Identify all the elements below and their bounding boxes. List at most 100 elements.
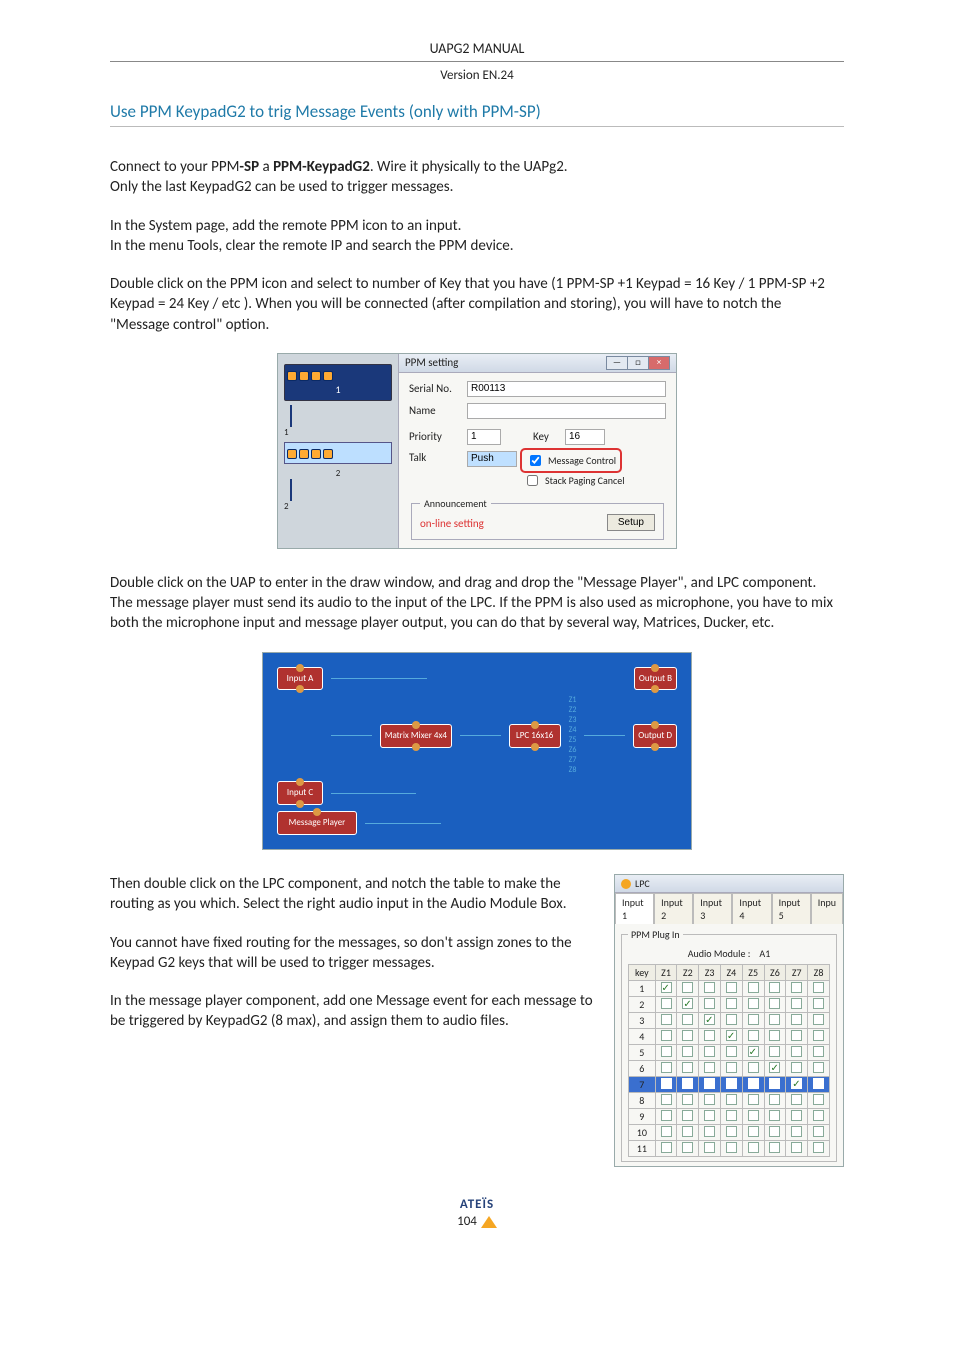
zone-checkbox[interactable]	[677, 1093, 699, 1109]
lpc-tab[interactable]: Input 4	[732, 893, 771, 924]
zone-checkbox[interactable]	[720, 1093, 742, 1109]
zone-checkbox[interactable]	[764, 981, 786, 997]
zone-checkbox[interactable]	[808, 1125, 830, 1141]
zone-checkbox[interactable]	[677, 1077, 699, 1093]
zone-checkbox[interactable]	[764, 1141, 786, 1157]
zone-checkbox[interactable]	[742, 1061, 764, 1077]
zone-checkbox[interactable]	[655, 1013, 677, 1029]
zone-checkbox[interactable]	[655, 1061, 677, 1077]
close-button[interactable]: ×	[648, 356, 670, 370]
talk-select[interactable]	[467, 451, 517, 467]
zone-checkbox[interactable]	[677, 997, 699, 1013]
zone-checkbox[interactable]	[742, 1013, 764, 1029]
zone-checkbox[interactable]	[720, 1061, 742, 1077]
zone-checkbox[interactable]	[655, 1109, 677, 1125]
zone-checkbox[interactable]	[742, 1093, 764, 1109]
zone-checkbox[interactable]	[699, 1013, 721, 1029]
zone-checkbox[interactable]	[786, 1141, 808, 1157]
zone-checkbox[interactable]	[786, 981, 808, 997]
minimize-button[interactable]: —	[606, 356, 628, 370]
zone-checkbox[interactable]	[786, 1125, 808, 1141]
zone-checkbox[interactable]	[742, 1045, 764, 1061]
zone-checkbox[interactable]	[677, 1125, 699, 1141]
maximize-button[interactable]: □	[627, 356, 649, 370]
message-control-checkbox[interactable]	[530, 455, 541, 466]
zone-checkbox[interactable]	[786, 997, 808, 1013]
zone-checkbox[interactable]	[786, 1077, 808, 1093]
zone-checkbox[interactable]	[742, 997, 764, 1013]
zone-checkbox[interactable]	[764, 1045, 786, 1061]
zone-checkbox[interactable]	[742, 981, 764, 997]
zone-checkbox[interactable]	[720, 1077, 742, 1093]
key-input[interactable]	[565, 429, 605, 445]
zone-checkbox[interactable]	[699, 1061, 721, 1077]
setup-button[interactable]: Setup	[607, 514, 655, 531]
serial-input[interactable]	[467, 381, 666, 397]
zone-checkbox[interactable]	[655, 1141, 677, 1157]
zone-checkbox[interactable]	[808, 1077, 830, 1093]
zone-checkbox[interactable]	[655, 1077, 677, 1093]
zone-checkbox[interactable]	[699, 1029, 721, 1045]
stack-paging-cancel-checkbox[interactable]	[527, 475, 538, 486]
zone-checkbox[interactable]	[655, 1029, 677, 1045]
zone-checkbox[interactable]	[699, 1045, 721, 1061]
zone-checkbox[interactable]	[742, 1029, 764, 1045]
zone-checkbox[interactable]	[742, 1077, 764, 1093]
zone-checkbox[interactable]	[808, 1029, 830, 1045]
zone-checkbox[interactable]	[720, 1125, 742, 1141]
zone-checkbox[interactable]	[720, 1029, 742, 1045]
zone-checkbox[interactable]	[677, 1141, 699, 1157]
zone-checkbox[interactable]	[764, 1061, 786, 1077]
zone-checkbox[interactable]	[699, 1093, 721, 1109]
zone-checkbox[interactable]	[677, 1109, 699, 1125]
zone-checkbox[interactable]	[720, 997, 742, 1013]
zone-checkbox[interactable]	[786, 1061, 808, 1077]
zone-checkbox[interactable]	[720, 1013, 742, 1029]
zone-checkbox[interactable]	[764, 1109, 786, 1125]
zone-checkbox[interactable]	[677, 981, 699, 997]
lpc-tab[interactable]: Input 2	[654, 893, 693, 924]
zone-checkbox[interactable]	[808, 1061, 830, 1077]
zone-checkbox[interactable]	[720, 1141, 742, 1157]
zone-checkbox[interactable]	[699, 1125, 721, 1141]
zone-checkbox[interactable]	[764, 1093, 786, 1109]
zone-checkbox[interactable]	[808, 1013, 830, 1029]
zone-checkbox[interactable]	[655, 981, 677, 997]
zone-checkbox[interactable]	[677, 1029, 699, 1045]
zone-checkbox[interactable]	[720, 981, 742, 997]
zone-checkbox[interactable]	[699, 1109, 721, 1125]
zone-checkbox[interactable]	[764, 997, 786, 1013]
priority-input[interactable]	[467, 429, 501, 445]
zone-checkbox[interactable]	[677, 1061, 699, 1077]
zone-checkbox[interactable]	[699, 997, 721, 1013]
zone-checkbox[interactable]	[808, 1109, 830, 1125]
zone-checkbox[interactable]	[786, 1029, 808, 1045]
zone-checkbox[interactable]	[699, 1141, 721, 1157]
zone-checkbox[interactable]	[655, 997, 677, 1013]
zone-checkbox[interactable]	[764, 1077, 786, 1093]
zone-checkbox[interactable]	[808, 1045, 830, 1061]
zone-checkbox[interactable]	[742, 1109, 764, 1125]
zone-checkbox[interactable]	[742, 1125, 764, 1141]
zone-checkbox[interactable]	[764, 1029, 786, 1045]
zone-checkbox[interactable]	[808, 997, 830, 1013]
zone-checkbox[interactable]	[655, 1045, 677, 1061]
zone-checkbox[interactable]	[699, 1077, 721, 1093]
zone-checkbox[interactable]	[786, 1093, 808, 1109]
zone-checkbox[interactable]	[786, 1045, 808, 1061]
zone-checkbox[interactable]	[808, 1093, 830, 1109]
zone-checkbox[interactable]	[764, 1013, 786, 1029]
zone-checkbox[interactable]	[764, 1125, 786, 1141]
zone-checkbox[interactable]	[742, 1141, 764, 1157]
lpc-tab[interactable]: Input 5	[772, 893, 811, 924]
name-input[interactable]	[467, 403, 666, 419]
zone-checkbox[interactable]	[677, 1013, 699, 1029]
zone-checkbox[interactable]	[786, 1013, 808, 1029]
zone-checkbox[interactable]	[720, 1045, 742, 1061]
zone-checkbox[interactable]	[808, 1141, 830, 1157]
zone-checkbox[interactable]	[699, 981, 721, 997]
zone-checkbox[interactable]	[786, 1109, 808, 1125]
zone-checkbox[interactable]	[808, 981, 830, 997]
zone-checkbox[interactable]	[720, 1109, 742, 1125]
lpc-tab[interactable]: Inpu	[811, 893, 843, 924]
